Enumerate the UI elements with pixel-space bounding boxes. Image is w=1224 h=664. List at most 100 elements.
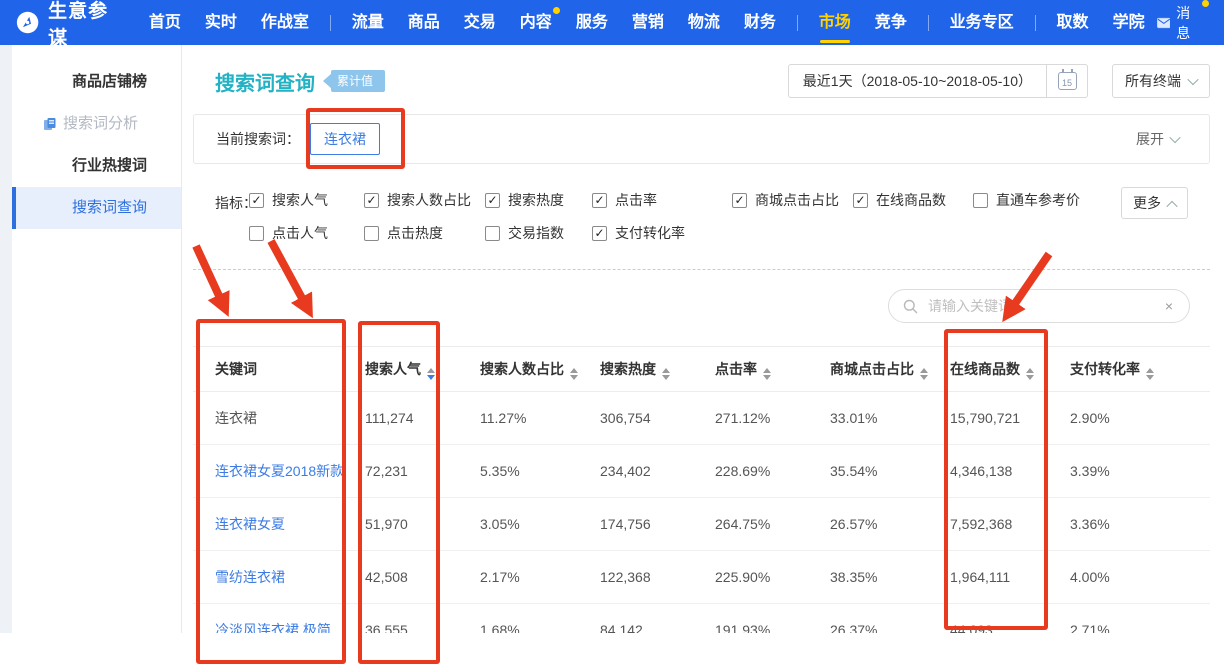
metric-checkbox-mall-click-ratio[interactable]: ✓ 商城点击占比 [732,190,839,210]
value-cell: 271.12% [695,392,810,445]
col-header-searcher-ratio[interactable]: 搜索人数占比 [460,347,580,392]
sidebar-item-search-word-analysis[interactable]: 搜索词分析 [12,103,181,145]
value-cell: 234,402 [580,445,695,498]
value-cell: 2.90% [1050,392,1210,445]
sort-icon[interactable] [1026,368,1034,380]
table-row: 连衣裙女夏 51,970 3.05% 174,756 264.75% 26.57… [193,498,1210,551]
nav-item-market[interactable]: 市场 [819,0,851,45]
nav-item-logistics[interactable]: 物流 [688,0,720,45]
date-range-picker[interactable]: 最近1天（2018-05-10~2018-05-10） 15 [788,64,1088,98]
nav-item-traffic[interactable]: 流量 [352,0,384,45]
nav-item-product[interactable]: 商品 [408,0,440,45]
value-cell: 15,790,721 [930,392,1050,445]
calendar-button[interactable]: 15 [1047,72,1087,90]
nav-item-home[interactable]: 首页 [149,0,181,45]
top-navbar: 生意参谋 首页 实时 作战室 流量 商品 交易 内容 服务 营销 物流 财务 市… [0,0,1224,45]
value-cell: 33.01% [810,392,930,445]
checkbox-icon[interactable] [249,226,264,241]
checkbox-icon[interactable]: ✓ [364,193,379,208]
value-cell: 4,346,138 [930,445,1050,498]
col-header-payment-conversion[interactable]: 支付转化率 [1050,347,1210,392]
app-logo[interactable]: 生意参谋 [16,0,117,50]
value-cell: 2.17% [460,551,580,604]
checkbox-icon[interactable]: ✓ [853,193,868,208]
metric-label: 支付转化率 [615,223,685,243]
nav-item-service[interactable]: 服务 [576,0,608,45]
sort-icon[interactable] [920,368,928,380]
sort-icon[interactable] [427,368,435,380]
document-icon [43,117,57,131]
checkbox-icon[interactable] [364,226,379,241]
metric-checkbox-searcher-ratio[interactable]: ✓ 搜索人数占比 [364,190,471,210]
nav-item-finance[interactable]: 财务 [744,0,776,45]
nav-item-competition[interactable]: 竞争 [875,0,907,45]
metric-checkbox-payment-conversion[interactable]: ✓ 支付转化率 [592,223,685,243]
chevron-up-icon [1166,201,1177,212]
keyword-link[interactable]: 连衣裙女夏 [193,498,345,551]
nav-item-business-zone[interactable]: 业务专区 [950,0,1014,45]
calendar-icon: 15 [1058,72,1077,90]
keyword-search-input[interactable] [926,297,1163,315]
metric-checkbox-trade-index[interactable]: 交易指数 [485,223,564,243]
col-header-search-popularity[interactable]: 搜索人气 [345,347,460,392]
more-metrics-button[interactable]: 更多 [1121,187,1188,219]
sort-icon[interactable] [570,368,578,380]
keyword-link[interactable]: 连衣裙女夏2018新款 [193,445,345,498]
nav-item-trade[interactable]: 交易 [464,0,496,45]
metric-label: 搜索人数占比 [387,190,471,210]
nav-item-academy[interactable]: 学院 [1113,0,1145,45]
checkbox-icon[interactable] [485,226,500,241]
sidebar-item-search-word-query[interactable]: 搜索词查询 [12,187,181,229]
metric-checkbox-ztc-reference-price[interactable]: 直通车参考价 [973,190,1080,210]
value-cell: 44,093 [930,604,1050,634]
checkbox-icon[interactable]: ✓ [592,226,607,241]
checkbox-icon[interactable]: ✓ [732,193,747,208]
checkbox-icon[interactable] [973,193,988,208]
table-row: 冷淡风连衣裙 极简 36,555 1.68% 84,142 191.93% 26… [193,604,1210,634]
sidebar-item-product-shop-rank[interactable]: 商品店铺榜 [12,61,181,103]
nav-item-content-label: 内容 [520,14,552,31]
checkbox-icon[interactable]: ✓ [249,193,264,208]
col-header-search-heat[interactable]: 搜索热度 [580,347,695,392]
nav-divider [928,15,929,31]
nav-item-data-fetch[interactable]: 取数 [1057,0,1089,45]
metric-label: 搜索人气 [272,190,328,210]
keyword-link[interactable]: 雪纺连衣裙 [193,551,345,604]
metric-checkbox-search-popularity[interactable]: ✓ 搜索人气 [249,190,328,210]
value-cell: 174,756 [580,498,695,551]
table-row: 连衣裙 111,274 11.27% 306,754 271.12% 33.01… [193,392,1210,445]
sidebar-item-industry-hot-words[interactable]: 行业热搜词 [12,145,181,187]
value-cell: 3.05% [460,498,580,551]
col-header-mall-click-ratio[interactable]: 商城点击占比 [810,347,930,392]
metric-checkbox-click-popularity[interactable]: 点击人气 [249,223,328,243]
nav-item-marketing[interactable]: 营销 [632,0,664,45]
keyword-link[interactable]: 冷淡风连衣裙 极简 [193,604,345,634]
value-cell: 42,508 [345,551,460,604]
col-header-online-products[interactable]: 在线商品数 [930,347,1050,392]
metric-checkbox-online-products[interactable]: ✓ 在线商品数 [853,190,946,210]
checkbox-icon[interactable]: ✓ [592,193,607,208]
sort-icon[interactable] [662,368,670,380]
nav-item-content[interactable]: 内容 [520,0,552,45]
sort-icon[interactable] [763,368,771,380]
sidebar: 商品店铺榜 搜索词分析 行业热搜词 搜索词查询 [12,45,182,633]
keyword-search-box[interactable]: × [888,289,1190,323]
metric-checkbox-click-rate[interactable]: ✓ 点击率 [592,190,657,210]
sort-icon[interactable] [1146,368,1154,380]
table-header-row: 关键词 搜索人气 搜索人数占比 搜索热度 点击率 商城点击占比 在线商品数 支付… [193,347,1210,392]
checkbox-icon[interactable]: ✓ [485,193,500,208]
metric-checkbox-search-heat[interactable]: ✓ 搜索热度 [485,190,564,210]
value-cell: 51,970 [345,498,460,551]
clear-icon[interactable]: × [1163,298,1175,314]
nav-item-realtime[interactable]: 实时 [205,0,237,45]
current-keyword-chip[interactable]: 连衣裙 [310,123,380,155]
terminal-select[interactable]: 所有终端 [1112,64,1210,98]
value-cell: 191.93% [695,604,810,634]
value-cell: 84,142 [580,604,695,634]
expand-button[interactable]: 展开 [1136,129,1179,149]
date-range-text: 最近1天（2018-05-10~2018-05-10） [789,71,1046,91]
metric-checkbox-click-heat[interactable]: 点击热度 [364,223,443,243]
messages-button[interactable]: 消息 [1157,3,1208,43]
col-header-click-rate[interactable]: 点击率 [695,347,810,392]
nav-item-war-room[interactable]: 作战室 [261,0,309,45]
